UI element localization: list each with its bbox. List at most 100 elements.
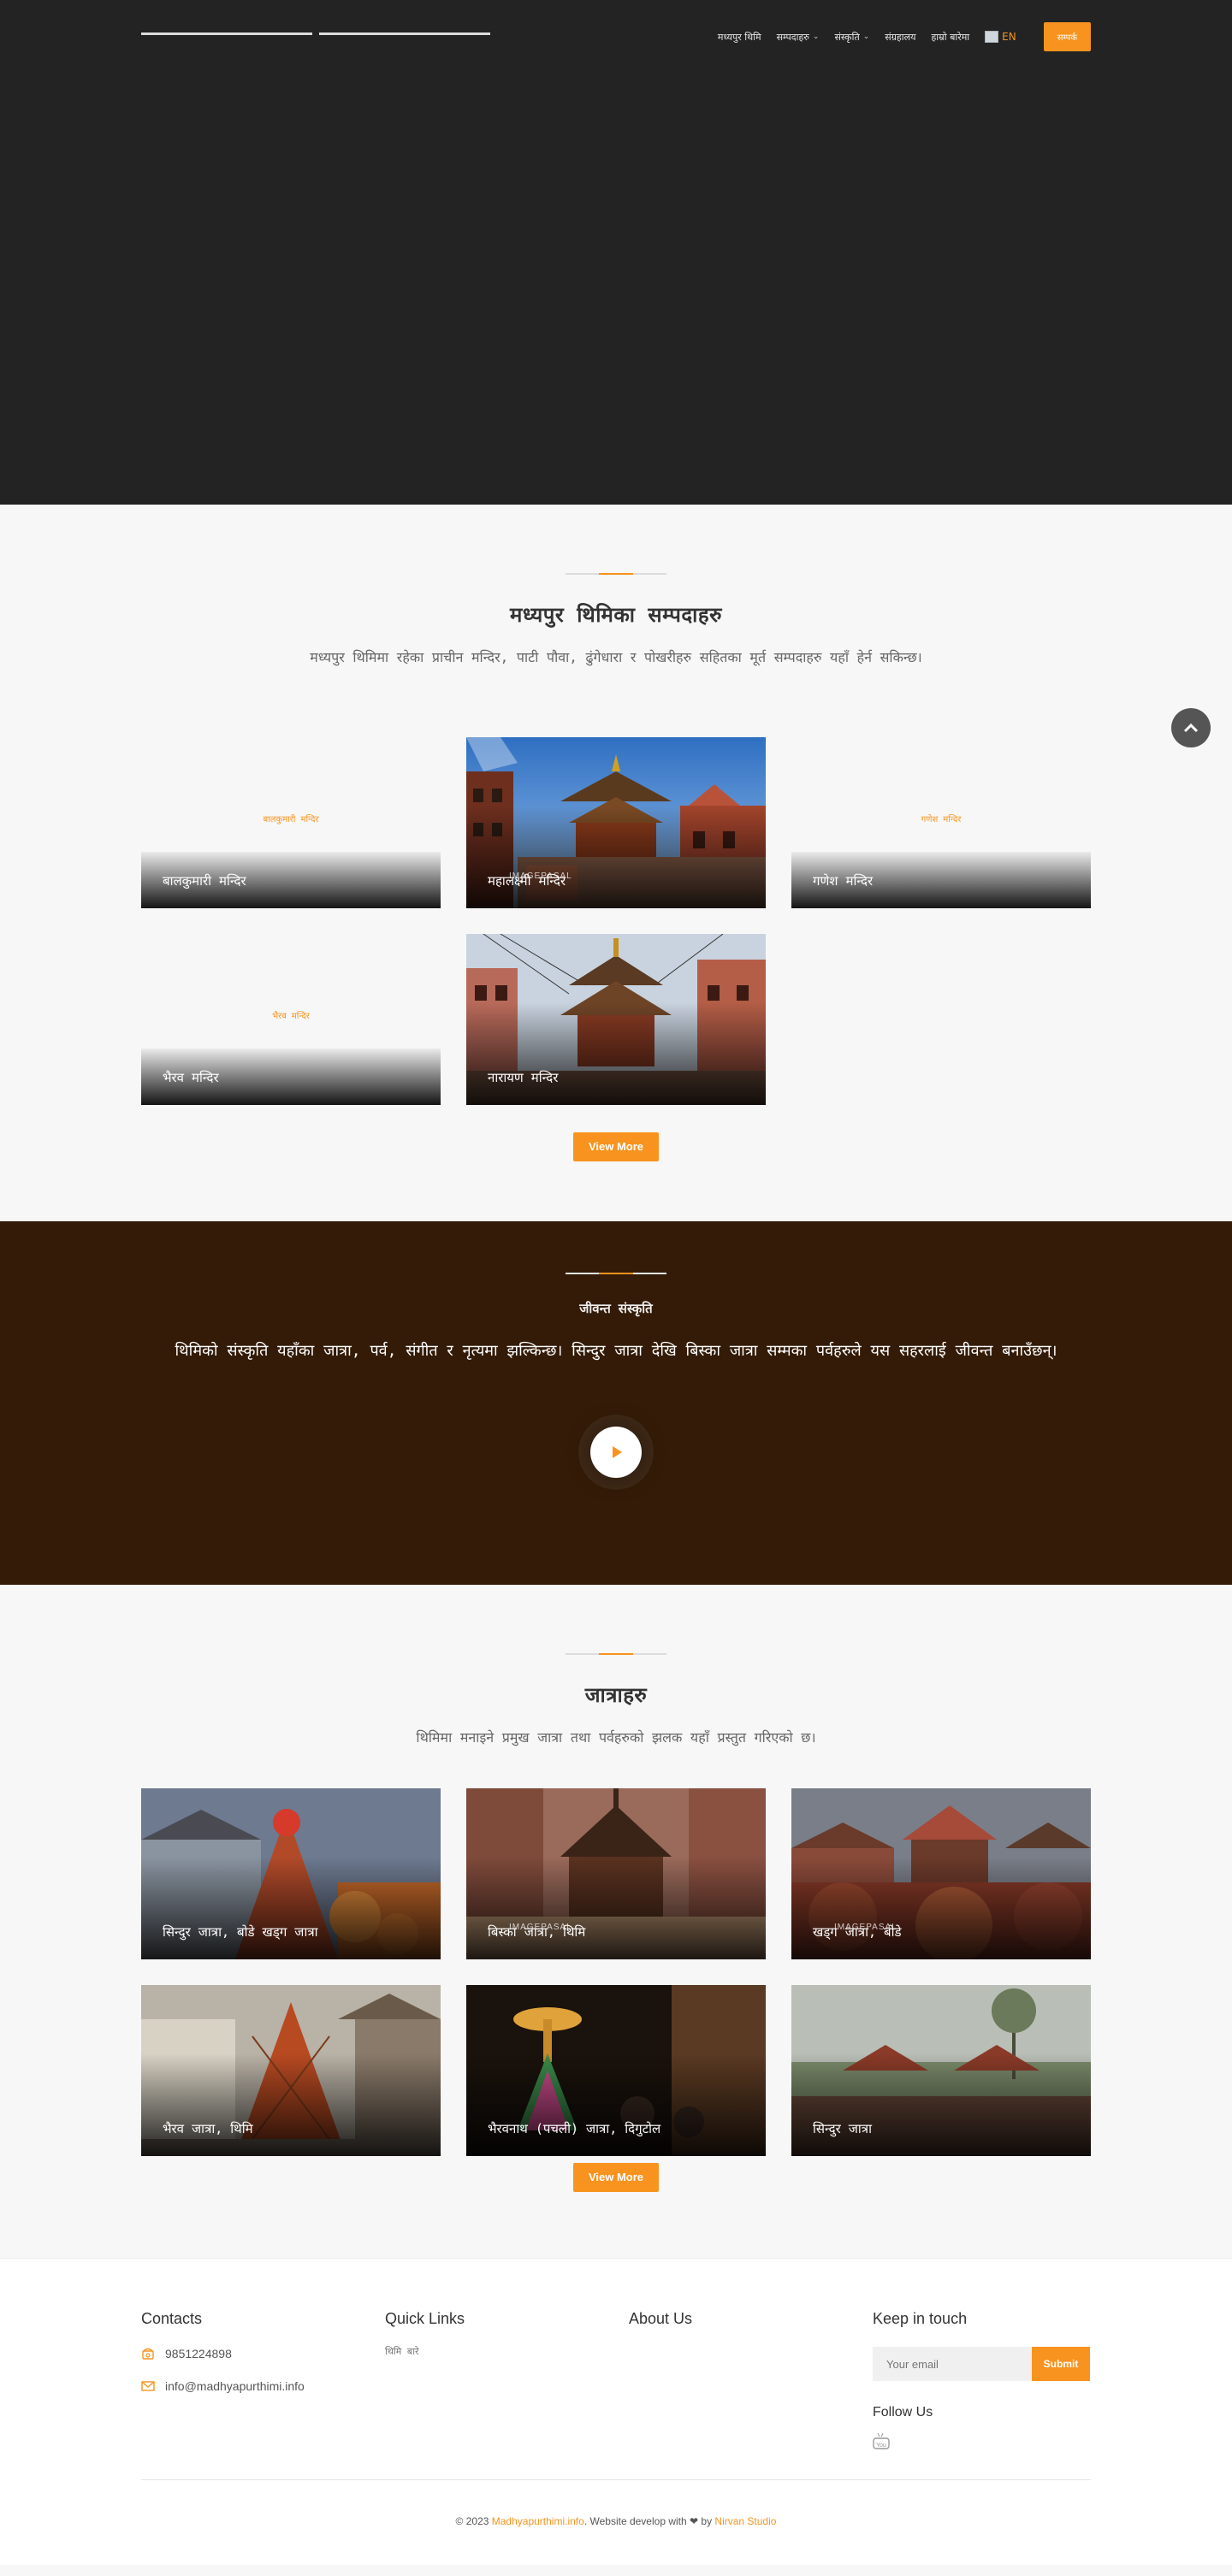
site-footer: Contacts 9851224898 info@madhyapurthimi.… [0,2258,1232,2565]
chevron-down-icon: ⌄ [862,32,870,41]
main-nav: मध्यपुर थिमि सम्पदाहरु ⌄ संस्कृति ⌄ संग्रह… [718,22,1091,51]
phone-icon [142,2348,154,2360]
heritage-card[interactable]: नारायण मन्दिर [466,934,766,1105]
caption-overlay [141,1857,441,1959]
contact-button[interactable]: सम्पर्क [1043,22,1091,51]
broken-image: बालकुमारी मन्दिर [263,815,319,824]
about-heading: About Us [629,2310,693,2327]
footer-quick-links: Quick Links थिमि बारे [385,2310,465,2358]
card-caption: बालकुमारी मन्दिर [163,873,246,889]
festival-card[interactable]: भैरव जात्रा, थिमि [141,1985,441,2156]
festivals-description: थिमिमा मनाइने प्रमुख जात्रा तथा पर्वहरुक… [416,1729,816,1746]
quick-links-heading: Quick Links [385,2310,465,2327]
card-caption: बिस्का जात्रा, थिमि [488,1924,586,1940]
heritage-card[interactable]: बालकुमारी मन्दिर बालकुमारी मन्दिर [141,737,441,908]
festival-card[interactable]: सिन्दुर जात्रा [791,1985,1091,2156]
contacts-heading: Contacts [141,2310,203,2327]
festivals-view-more-button[interactable]: View More [573,2163,659,2192]
email-row[interactable]: info@madhyapurthimi.info [141,2379,305,2393]
caption-overlay [466,1002,766,1105]
card-caption: भैरव जात्रा, थिमि [163,2121,253,2136]
logo-line-left [141,32,312,35]
copyright: © 2023 Madhyapurthimi.info. Website deve… [0,2515,1232,2527]
footer-divider [141,2479,1091,2480]
card-caption: नारायण मन्दिर [488,1070,559,1085]
heritage-title: मध्यपुर थिमिका सम्पदाहरु [510,603,722,627]
phone-row[interactable]: 9851224898 [141,2347,305,2360]
nav-item-home[interactable]: मध्यपुर थिमि [718,31,761,44]
chevron-down-icon: ⌄ [812,32,820,41]
language-label: EN [1002,31,1016,43]
section-divider [566,1273,666,1274]
caption-overlay [466,806,766,908]
heritage-description: मध्यपुर थिमिमा रहेका प्राचीन मन्दिर, पाट… [310,649,922,665]
festival-card[interactable]: IMAGEPASAL बिस्का जात्रा, थिमि [466,1788,766,1959]
logo-line-right [319,32,490,35]
card-caption: खड्ग जात्रा, बोडे [813,1924,902,1940]
flag-icon [985,31,999,43]
phone-number: 9851224898 [165,2347,232,2360]
scroll-to-top-button[interactable] [1171,708,1211,747]
quick-link-item[interactable]: थिमि बारे [385,2345,465,2358]
nav-item-museum[interactable]: संग्रहालय [885,31,915,44]
culture-section: जीवन्त संस्कृति थिमिको संस्कृति यहाँका ज… [0,1221,1232,1585]
heritage-view-more-button[interactable]: View More [573,1132,659,1161]
footer-about: About Us [629,2310,692,2328]
footer-contacts: Contacts 9851224898 info@madhyapurthimi.… [141,2310,305,2393]
studio-link[interactable]: Nirvan Studio [714,2515,776,2527]
card-caption: सिन्दुर जात्रा, बोडे खड्ग जात्रा [163,1924,318,1940]
card-caption: महालक्ष्मी मन्दिर [488,873,566,889]
email-address: info@madhyapurthimi.info [165,2379,305,2393]
card-caption: सिन्दुर जात्रा [813,2121,872,2136]
heritage-card[interactable]: गणेश मन्दिर गणेश मन्दिर [791,737,1091,908]
nav-item-culture[interactable]: संस्कृति ⌄ [834,31,869,44]
caption-overlay [791,2053,1091,2156]
culture-quote: थिमिको संस्कृति यहाँका जात्रा, पर्व, संग… [175,1342,1057,1360]
follow-us-heading: Follow Us [873,2405,933,2419]
festival-card[interactable]: सिन्दुर जात्रा, बोडे खड्ग जात्रा [141,1788,441,1959]
festival-card[interactable]: IMAGEPASAL खड्ग जात्रा, बोडे [791,1788,1091,1959]
culture-title: जीवन्त संस्कृति [579,1301,653,1316]
nav-label: संस्कृति [834,31,860,43]
submit-button[interactable]: Submit [1032,2347,1090,2381]
language-switch[interactable]: EN [985,31,1016,43]
heritage-card[interactable]: IMAGEPASAL महालक्ष्मी मन्दिर [466,737,766,908]
youtube-icon[interactable]: You [873,2432,890,2449]
heritage-section: मध्यपुर थिमिका सम्पदाहरु मध्यपुर थिमिमा … [0,505,1232,1221]
play-video-button[interactable] [590,1427,642,1478]
mail-icon [141,2381,155,2391]
nav-label: संग्रहालय [885,31,916,43]
card-caption: गणेश मन्दिर [813,873,874,889]
festival-card[interactable]: भैरवनाथ (पचली) जात्रा, दिगुटोल [466,1985,766,2156]
play-icon [613,1446,622,1458]
footer-newsletter: Keep in touch Submit Follow Us You [873,2310,1090,2453]
svg-text:You: You [876,2443,886,2449]
copyright-mid: . Website develop with ❤ by [583,2515,715,2527]
nav-label: मध्यपुर थिमि [717,31,761,43]
caption-overlay [466,1857,766,1959]
festivals-title: जात्राहरु [584,1683,648,1707]
nav-label: सम्पदाहरु [776,31,809,43]
festivals-section: जात्राहरु थिमिमा मनाइने प्रमुख जात्रा तथ… [0,1585,1232,2258]
subscribe-form: Submit [873,2347,1090,2381]
caption-overlay [466,2053,766,2156]
nav-label: हाम्रो बारेमा [931,31,970,43]
card-caption: भैरव मन्दिर [163,1070,219,1085]
hero-header: मध्यपुर थिमि सम्पदाहरु ⌄ संस्कृति ⌄ संग्रह… [0,0,1232,505]
broken-image: गणेश मन्दिर [921,815,962,824]
caption-overlay [791,1857,1091,1959]
logo[interactable] [141,32,490,35]
heritage-card[interactable]: भैरव मन्दिर भैरव मन्दिर [141,934,441,1105]
newsletter-email-input[interactable] [873,2347,1032,2381]
site-link[interactable]: Madhyapurthimi.info [492,2515,584,2527]
keep-in-touch-heading: Keep in touch [873,2310,968,2327]
nav-item-about[interactable]: हाम्रो बारेमा [931,31,969,44]
nav-item-heritage[interactable]: सम्पदाहरु ⌄ [777,31,820,44]
caption-overlay [141,2053,441,2156]
section-divider [566,573,666,575]
top-navbar: मध्यपुर थिमि सम्पदाहरु ⌄ संस्कृति ⌄ संग्रह… [141,19,1091,53]
copyright-prefix: © 2023 [455,2515,492,2527]
section-divider [566,1653,666,1655]
card-caption: भैरवनाथ (पचली) जात्रा, दिगुटोल [488,2121,661,2136]
broken-image: भैरव मन्दिर [272,1012,310,1021]
